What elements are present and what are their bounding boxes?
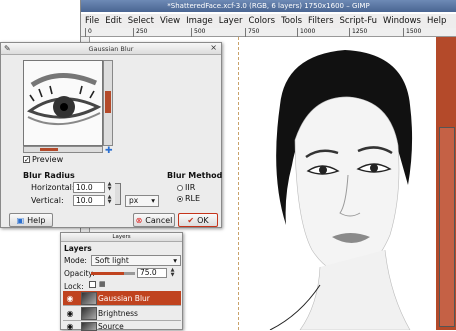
method-rle-radio[interactable]: RLE	[177, 194, 200, 203]
vertical-input[interactable]: 10.0	[73, 195, 105, 206]
menu-tools[interactable]: Tools	[281, 16, 302, 26]
horizontal-input[interactable]: 10.0	[73, 182, 105, 193]
preview-horizontal-scrollbar[interactable]	[23, 146, 103, 153]
horizontal-spin-arrows[interactable]: ▲ ▼	[106, 182, 113, 193]
eye-icon[interactable]: ◉	[63, 322, 77, 331]
method-iir-label: IIR	[185, 183, 196, 192]
chevron-down-icon: ▾	[173, 256, 177, 265]
preview-label: Preview	[32, 155, 64, 164]
navigate-icon[interactable]: ✚	[105, 146, 113, 156]
menu-windows[interactable]: Windows	[383, 16, 421, 26]
preview-area[interactable]	[23, 60, 103, 146]
ruler-tick: 0	[85, 28, 92, 37]
cancel-icon: ⊗	[135, 215, 143, 225]
preview-hscroll-thumb[interactable]	[40, 148, 58, 151]
mode-value: Soft light	[95, 256, 129, 265]
dock-title: Layers	[112, 234, 131, 240]
menubar: File Edit Select View Image Layer Colors…	[81, 14, 456, 28]
help-icon: ▣	[16, 215, 25, 225]
preview-checkbox[interactable]: ✓ Preview	[23, 155, 63, 164]
layer-name: Source	[98, 321, 124, 331]
menu-edit[interactable]: Edit	[105, 16, 121, 26]
menu-select[interactable]: Select	[128, 16, 154, 26]
gaussian-blur-dialog: ✎ Gaussian Blur × ✚ ✓ Preview Blur Radius…	[0, 42, 222, 228]
menu-view[interactable]: View	[160, 16, 180, 26]
mode-select[interactable]: Soft light ▾	[91, 255, 181, 266]
dialog-titlebar[interactable]: ✎ Gaussian Blur ×	[1, 43, 221, 55]
layer-name: Gaussian Blur	[98, 293, 150, 303]
eye-icon[interactable]: ◉	[63, 294, 77, 303]
method-rle-label: RLE	[185, 194, 201, 203]
ok-icon: ✔	[187, 215, 195, 225]
layer-name: Brightness	[98, 308, 138, 318]
scrollbar-thumb[interactable]	[439, 127, 455, 327]
blur-method-heading: Blur Method	[167, 171, 223, 180]
close-icon[interactable]: ×	[210, 43, 217, 52]
radio-icon	[177, 184, 183, 191]
layer-row[interactable]: ◉ Brightness	[63, 306, 181, 321]
menu-layer[interactable]: Layer	[219, 16, 243, 26]
layer-row[interactable]: ◉ Gaussian Blur	[63, 291, 181, 306]
preview-check-icon: ✓	[23, 156, 30, 164]
layer-thumbnail	[81, 291, 97, 305]
guide-line	[238, 37, 239, 330]
chevron-down-icon: ▾	[151, 196, 155, 205]
lock-pixels-checkbox[interactable]	[89, 281, 96, 288]
ok-label: OK	[197, 215, 209, 225]
face-image	[269, 50, 413, 330]
menu-help[interactable]: Help	[427, 16, 446, 26]
layers-dock: Layers Layers Mode: Soft light ▾ Opacity:…	[60, 232, 183, 331]
horizontal-ruler[interactable]: 0 250 500 750 1000 1250 1500	[81, 28, 456, 37]
menu-colors[interactable]: Colors	[248, 16, 275, 26]
opacity-input[interactable]: 75.0	[137, 268, 167, 278]
menu-image[interactable]: Image	[186, 16, 213, 26]
eye-icon[interactable]: ◉	[63, 309, 77, 318]
lock-alpha-icon[interactable]: ▦	[99, 280, 106, 288]
cancel-button[interactable]: ⊗ Cancel	[133, 213, 175, 227]
dock-titlebar[interactable]: Layers	[61, 233, 182, 242]
opacity-slider[interactable]	[91, 272, 135, 275]
lock-label: Lock:	[64, 282, 84, 291]
vertical-spin-arrows[interactable]: ▲ ▼	[106, 195, 113, 206]
vertical-label: Vertical:	[31, 196, 64, 205]
vertical-scrollbar[interactable]	[436, 37, 456, 330]
layer-thumbnail	[81, 321, 97, 331]
eye-preview-image	[24, 61, 102, 145]
blur-radius-heading: Blur Radius	[23, 171, 75, 180]
layers-heading: Layers	[64, 244, 92, 253]
ruler-tick: 500	[191, 28, 205, 37]
ruler-tick: 250	[133, 28, 147, 37]
ruler-tick: 750	[245, 28, 259, 37]
menu-filters[interactable]: Filters	[308, 16, 333, 26]
menu-script-fu[interactable]: Script-Fu	[340, 16, 378, 26]
method-iir-radio[interactable]: IIR	[177, 183, 195, 192]
help-button[interactable]: ▣ Help	[9, 213, 53, 227]
image-window-title: *ShatteredFace.xcf-3.0 (RGB, 6 layers) 1…	[81, 0, 456, 12]
cancel-label: Cancel	[145, 215, 173, 225]
layer-thumbnail	[81, 306, 97, 320]
ok-button[interactable]: ✔ OK	[178, 213, 218, 227]
help-label: Help	[27, 215, 46, 225]
opacity-spin-arrows[interactable]: ▲ ▼	[169, 268, 176, 278]
chain-icon[interactable]	[115, 183, 121, 205]
preview-vscroll-thumb[interactable]	[105, 91, 111, 113]
gimp-icon: ✎	[4, 44, 11, 53]
radio-selected-icon	[177, 195, 183, 202]
horizontal-label: Horizontal:	[31, 183, 75, 192]
menu-file[interactable]: File	[85, 16, 99, 26]
unit-select[interactable]: px ▾	[125, 195, 159, 207]
ruler-tick: 1250	[349, 28, 367, 37]
unit-value: px	[129, 196, 139, 205]
preview-vertical-scrollbar[interactable]	[103, 60, 113, 146]
dialog-title: Gaussian Blur	[88, 44, 134, 53]
ruler-tick: 1000	[297, 28, 315, 37]
ruler-tick: 1500	[403, 28, 421, 37]
opacity-fill	[91, 272, 124, 275]
